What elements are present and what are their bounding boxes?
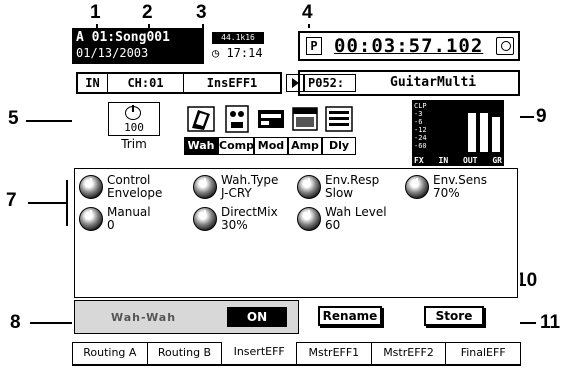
callout-3: 3	[196, 2, 207, 23]
callout-1: 1	[90, 2, 101, 23]
song-info[interactable]: A 01:Song001 01/13/2003	[72, 28, 204, 64]
program-select[interactable]: P052: GuitarMulti	[298, 70, 520, 96]
tab-mstr-eff2[interactable]: MstrEFF2	[370, 342, 447, 366]
effect-name-panel: Wah-Wah ON	[74, 300, 299, 334]
trim-knob-icon	[125, 105, 141, 120]
module-tab-comp[interactable]: Comp	[218, 137, 254, 155]
param-value: Envelope	[107, 186, 163, 200]
page-icon: P	[306, 37, 322, 55]
rename-button[interactable]: Rename	[318, 306, 382, 326]
knob-icon[interactable]	[79, 207, 103, 231]
callout-8: 8	[10, 312, 21, 333]
page-tabs: Routing A Routing B InsertEFF MstrEFF1 M…	[72, 342, 522, 366]
effect-edit-screen: A 01:Song001 01/13/2003 44.1k16 ◷ 17:14 …	[72, 28, 522, 366]
wah-pedal-icon	[187, 106, 215, 132]
module-tab-mod[interactable]: Mod	[254, 137, 288, 155]
store-button[interactable]: Store	[424, 306, 484, 326]
meter-footer: FX IN OUT GR	[414, 156, 502, 165]
param-value: 0	[107, 218, 115, 232]
module-tab-amp[interactable]: Amp	[288, 137, 322, 155]
meter-label-out: OUT	[463, 156, 478, 165]
module-tab-wah[interactable]: Wah	[184, 137, 218, 155]
song-date: 01/13/2003	[76, 46, 149, 60]
tab-final-eff[interactable]: FinalEFF	[445, 342, 522, 366]
effect-slot-select[interactable]: InsEFF1	[184, 74, 280, 92]
modulation-icon	[258, 110, 284, 128]
param-value: 70%	[433, 186, 460, 200]
counter-value: 00:03:57.102	[334, 35, 484, 57]
param-name: Manual	[107, 205, 151, 219]
clock-time: ◷ 17:14	[212, 46, 263, 60]
effect-selector: IN CH:01 InsEFF1	[76, 72, 282, 94]
song-title: A 01:Song001	[76, 30, 170, 45]
param-name: Wah Level	[325, 205, 387, 219]
input-select[interactable]: IN	[78, 74, 108, 92]
tab-routing-b[interactable]: Routing B	[146, 342, 223, 366]
meter-label-in: IN	[438, 156, 449, 165]
param-value: 60	[325, 218, 341, 232]
param-wah-level[interactable]: Wah Level 60	[297, 205, 407, 235]
bottom-bar: Wah-Wah ON Rename Store	[74, 300, 518, 334]
param-env-sens[interactable]: Env.Sens 70%	[405, 173, 515, 203]
meter-bar	[468, 113, 476, 152]
trim-label: Trim	[121, 137, 147, 151]
module-tab-dly[interactable]: Dly	[322, 137, 356, 155]
leader-line-7-bracket	[66, 180, 68, 226]
trim-value: 100	[124, 121, 144, 134]
knob-icon[interactable]	[193, 207, 217, 231]
callout-11: 11	[540, 312, 561, 333]
effect-name: Wah-Wah	[111, 311, 177, 324]
parameter-area: Control Envelope Wah.Type J-CRY Env.Resp…	[74, 168, 518, 298]
time-counter[interactable]: P 00:03:57.102	[298, 31, 520, 61]
param-control[interactable]: Control Envelope	[79, 173, 189, 203]
knob-icon[interactable]	[79, 175, 103, 199]
on-off-button[interactable]: ON	[227, 307, 287, 327]
program-name: GuitarMulti	[390, 75, 477, 90]
callout-4: 4	[302, 2, 313, 23]
level-meter: CLP -3 -6 -12 -24 -60 FX IN OUT GR	[412, 100, 504, 166]
knob-icon[interactable]	[297, 207, 321, 231]
knob-icon[interactable]	[405, 175, 429, 199]
meter-bar	[480, 113, 488, 152]
param-env-resp[interactable]: Env.Resp Slow	[297, 173, 407, 203]
compressor-icon	[225, 105, 249, 133]
callout-7: 7	[6, 190, 17, 211]
param-value: Slow	[325, 186, 354, 200]
amp-icon	[292, 107, 318, 131]
param-name: Env.Resp	[325, 173, 380, 187]
param-wah-type[interactable]: Wah.Type J-CRY	[193, 173, 303, 203]
clock-icon[interactable]	[496, 37, 514, 55]
callout-9: 9	[536, 106, 547, 127]
meter-scale: CLP -3 -6 -12 -24 -60	[414, 102, 427, 150]
knob-icon[interactable]	[297, 175, 321, 199]
callout-5: 5	[8, 108, 19, 129]
param-value: 30%	[221, 218, 248, 232]
param-name: Wah.Type	[221, 173, 279, 187]
delay-icon	[325, 106, 353, 132]
param-name: DirectMix	[221, 205, 278, 219]
tab-mstr-eff1[interactable]: MstrEFF1	[296, 342, 372, 366]
channel-select[interactable]: CH:01	[108, 74, 184, 92]
trim-knob-box[interactable]: 100	[108, 102, 160, 136]
meter-label-fx: FX	[414, 156, 424, 165]
knob-icon[interactable]	[193, 175, 217, 199]
param-direct-mix[interactable]: DirectMix 30%	[193, 205, 303, 235]
callout-2: 2	[142, 2, 153, 23]
meter-label-gr: GR	[492, 156, 502, 165]
param-name: Env.Sens	[433, 173, 488, 187]
program-number: P052:	[304, 74, 356, 92]
tab-insert-eff[interactable]: InsertEFF	[221, 342, 298, 366]
leader-line-7	[28, 202, 68, 204]
param-value: J-CRY	[221, 186, 252, 200]
param-manual[interactable]: Manual 0	[79, 205, 189, 235]
tab-routing-a[interactable]: Routing A	[72, 342, 148, 366]
meter-bar	[492, 117, 500, 152]
param-name: Control	[107, 173, 151, 187]
sample-rate-badge: 44.1k16	[212, 32, 264, 44]
